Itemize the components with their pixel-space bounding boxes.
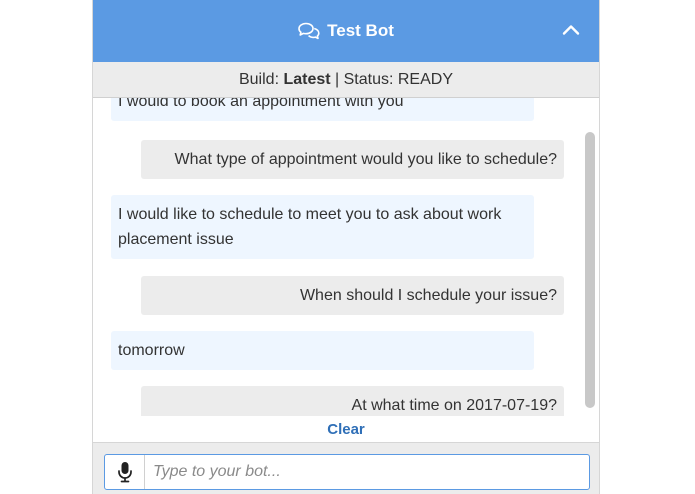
message-input-box bbox=[104, 454, 590, 490]
chat-header: Test Bot bbox=[93, 0, 599, 62]
status-text: Status: READY bbox=[343, 70, 453, 88]
header-title-group: Test Bot bbox=[298, 21, 394, 41]
microphone-button[interactable] bbox=[105, 455, 145, 489]
bot-message: When should I schedule your issue? bbox=[141, 276, 564, 315]
message-input[interactable] bbox=[145, 455, 589, 489]
microphone-icon bbox=[117, 461, 133, 483]
chat-title: Test Bot bbox=[327, 21, 394, 40]
build-status-bar: Build: Latest | Status: READY bbox=[93, 62, 599, 98]
chevron-up-icon bbox=[561, 20, 581, 45]
message-scrollbar[interactable] bbox=[585, 132, 595, 408]
chat-panel: Test Bot Build: Latest | Status: READY I… bbox=[92, 0, 600, 494]
user-message: I would to book an appointment with you bbox=[111, 98, 534, 121]
bot-message: At what time on 2017-07-19? bbox=[141, 386, 564, 416]
status-separator: | bbox=[330, 70, 344, 88]
clear-row: Clear bbox=[93, 416, 599, 442]
chat-bubbles-icon bbox=[298, 22, 320, 40]
user-message: tomorrow bbox=[111, 331, 534, 370]
build-prefix: Build: bbox=[238, 70, 284, 88]
build-value: Latest bbox=[283, 70, 331, 88]
message-list[interactable]: I would to book an appointment with you … bbox=[93, 98, 599, 416]
input-footer bbox=[93, 442, 599, 494]
user-message: I would like to schedule to meet you to … bbox=[111, 195, 534, 259]
clear-button[interactable]: Clear bbox=[327, 421, 365, 438]
bot-message: What type of appointment would you like … bbox=[141, 140, 564, 179]
collapse-button[interactable] bbox=[561, 20, 581, 40]
